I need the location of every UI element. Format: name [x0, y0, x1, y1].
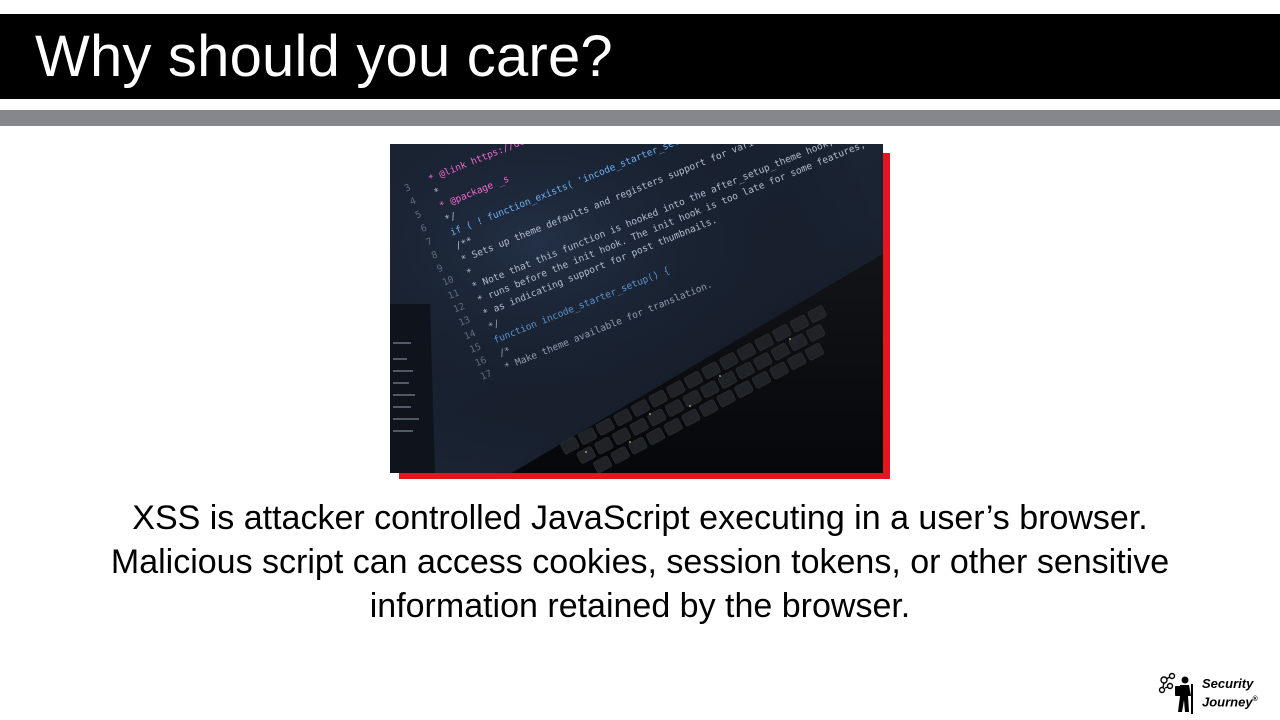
divider-rule	[0, 110, 1280, 126]
code-photo-frame: 3* @link https://deve4*5* @package _s6*/…	[390, 144, 890, 479]
logo-line-2: Journey	[1202, 694, 1253, 710]
hiker-network-icon	[1158, 672, 1193, 714]
logo-line-1: Security	[1202, 676, 1254, 691]
logo-wordmark: Security Journey®	[1202, 676, 1272, 710]
code-photo: 3* @link https://deve4*5* @package _s6*/…	[390, 144, 883, 473]
slide-body-text: XSS is attacker controlled JavaScript ex…	[110, 499, 1170, 625]
registered-mark: ®	[1252, 696, 1258, 703]
security-journey-logo: Security Journey®	[1158, 672, 1270, 714]
slide-title: Why should you care?	[35, 24, 613, 89]
title-bar: Why should you care?	[0, 14, 1280, 99]
